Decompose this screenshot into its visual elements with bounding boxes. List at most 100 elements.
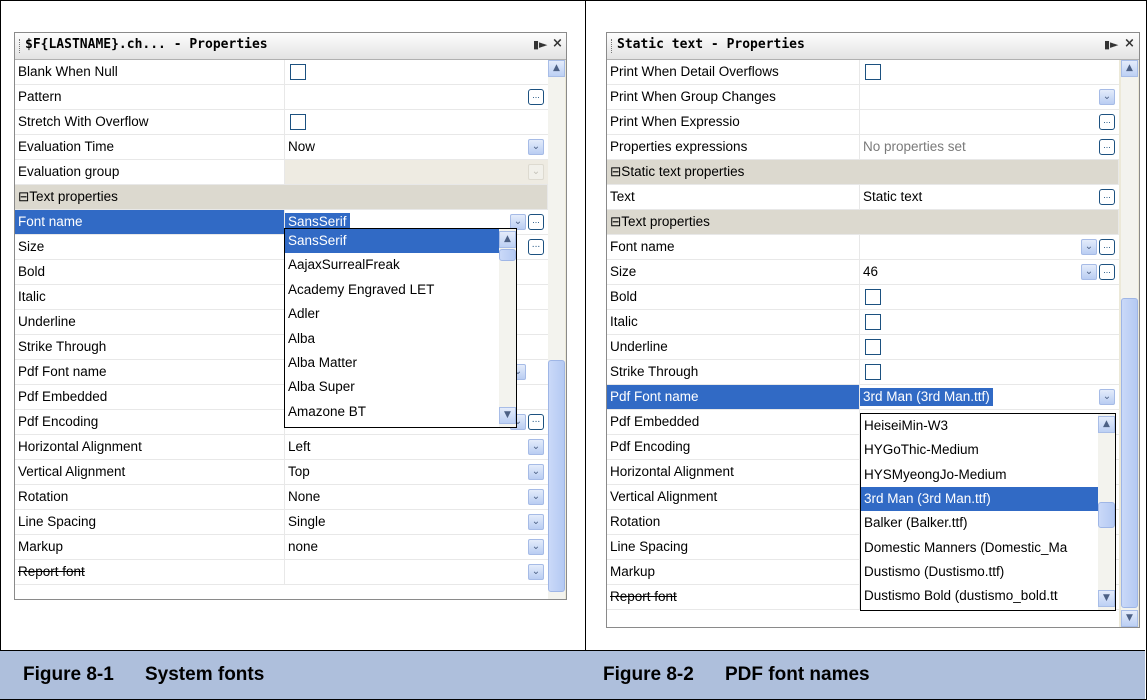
scroll-up-icon[interactable]: ▲ <box>499 231 516 248</box>
property-value[interactable] <box>285 60 548 85</box>
property-value[interactable]: 3rd Man (3rd Man.ttf) ⌄ <box>860 385 1119 410</box>
property-value[interactable]: ⌄ <box>860 85 1119 110</box>
pin-icon[interactable]: ▮► <box>533 38 548 51</box>
property-value[interactable]: ⌄ <box>285 160 548 185</box>
ellipsis-icon[interactable]: ... <box>1099 139 1115 155</box>
property-row-vertical-alignment[interactable]: Vertical Alignment Top ⌄ <box>15 460 548 485</box>
property-value[interactable]: Top ⌄ <box>285 460 548 485</box>
property-row-pattern[interactable]: Pattern... <box>15 85 548 110</box>
property-row-report-font[interactable]: Report font ⌄ <box>15 560 548 585</box>
checkbox-icon[interactable] <box>865 339 881 355</box>
vertical-scrollbar[interactable]: ▲ ▼ <box>1121 60 1138 627</box>
property-row-print-when-detail-overflows[interactable]: Print When Detail Overflows <box>607 60 1119 85</box>
ellipsis-icon[interactable]: ... <box>1099 264 1115 280</box>
vertical-scrollbar[interactable]: ▲ <box>548 60 565 599</box>
checkbox-icon[interactable] <box>290 64 306 80</box>
property-value[interactable]: none ⌄ <box>285 535 548 560</box>
property-value[interactable] <box>860 60 1119 85</box>
property-row-rotation[interactable]: Rotation None ⌄ <box>15 485 548 510</box>
property-row-italic[interactable]: Italic <box>607 310 1119 335</box>
dropdown-option-alba-super[interactable]: Alba Super <box>285 375 499 399</box>
dropdown-option-hygothic-medium[interactable]: HYGoThic-Medium <box>861 438 1098 462</box>
ellipsis-icon[interactable]: ... <box>528 239 544 255</box>
checkbox-icon[interactable] <box>865 289 881 305</box>
chevron-down-icon[interactable]: ⌄ <box>528 564 544 580</box>
property-value[interactable]: Now ⌄ <box>285 135 548 160</box>
property-value[interactable]: ⌄ <box>285 560 548 585</box>
checkbox-icon[interactable] <box>865 364 881 380</box>
scroll-down-icon[interactable]: ▼ <box>1121 610 1138 627</box>
property-value[interactable]: 46 ⌄... <box>860 260 1119 285</box>
property-value[interactable]: Static text... <box>860 185 1119 210</box>
property-row-text[interactable]: Text Static text... <box>607 185 1119 210</box>
grip-icon[interactable] <box>19 39 22 53</box>
ellipsis-icon[interactable]: ... <box>528 414 544 430</box>
property-row-pdf-font-name[interactable]: Pdf Font name 3rd Man (3rd Man.ttf) ⌄ <box>607 385 1119 410</box>
property-value[interactable] <box>860 335 1119 360</box>
font-name-dropdown-list[interactable]: ▲ ▼ SansSerif AajaxSurrealFreak Academy En… <box>284 228 517 428</box>
chevron-down-icon[interactable]: ⌄ <box>1099 89 1115 105</box>
selected-value-box[interactable]: 3rd Man (3rd Man.ttf) <box>860 388 993 406</box>
property-row-font-name[interactable]: Font name ⌄... <box>607 235 1119 260</box>
property-row-markup[interactable]: Markup none ⌄ <box>15 535 548 560</box>
pin-icon[interactable]: ▮► <box>1104 38 1119 51</box>
property-row-text-properties[interactable]: ⊟Text properties <box>15 185 548 210</box>
dropdown-scrollbar[interactable]: ▲ ▼ <box>499 229 516 427</box>
scroll-down-icon[interactable]: ▼ <box>499 407 516 424</box>
dropdown-option-balker-balker-ttf[interactable]: Balker (Balker.ttf) <box>861 511 1098 535</box>
checkbox-icon[interactable] <box>290 114 306 130</box>
chevron-down-icon[interactable]: ⌄ <box>528 464 544 480</box>
chevron-down-icon[interactable]: ⌄ <box>1081 239 1097 255</box>
ellipsis-icon[interactable]: ... <box>1099 114 1115 130</box>
property-value[interactable] <box>860 360 1119 385</box>
chevron-down-icon[interactable]: ⌄ <box>528 439 544 455</box>
property-value[interactable]: None ⌄ <box>285 485 548 510</box>
property-row-underline[interactable]: Underline <box>607 335 1119 360</box>
chevron-down-icon[interactable]: ⌄ <box>528 539 544 555</box>
close-icon[interactable]: × <box>552 36 563 51</box>
property-value[interactable]: ... <box>860 110 1119 135</box>
property-row-evaluation-time[interactable]: Evaluation Time Now ⌄ <box>15 135 548 160</box>
property-row-stretch-with-overflow[interactable]: Stretch With Overflow <box>15 110 548 135</box>
checkbox-icon[interactable] <box>865 64 881 80</box>
property-value[interactable]: Single ⌄ <box>285 510 548 535</box>
ellipsis-icon[interactable]: ... <box>528 89 544 105</box>
dropdown-option-heiseimin-w3[interactable]: HeiseiMin-W3 <box>861 414 1098 438</box>
property-row-blank-when-null[interactable]: Blank When Null <box>15 60 548 85</box>
property-value[interactable]: ⌄... <box>860 235 1119 260</box>
scroll-thumb[interactable] <box>1098 502 1115 528</box>
dropdown-option-dustismo-bold-dustismo-bold-tt[interactable]: Dustismo Bold (dustismo_bold.tt <box>861 584 1098 608</box>
chevron-down-icon[interactable]: ⌄ <box>528 139 544 155</box>
property-value[interactable] <box>285 110 548 135</box>
grip-icon[interactable] <box>611 39 614 53</box>
scroll-thumb[interactable] <box>1121 298 1138 608</box>
property-value[interactable] <box>860 310 1119 335</box>
scroll-thumb[interactable] <box>499 249 516 261</box>
dropdown-option-alba-matter[interactable]: Alba Matter <box>285 351 499 375</box>
chevron-down-icon[interactable]: ⌄ <box>1081 264 1097 280</box>
scroll-up-icon[interactable]: ▲ <box>1098 416 1115 433</box>
checkbox-icon[interactable] <box>865 314 881 330</box>
dropdown-option-domestic-manners-domestic-ma[interactable]: Domestic Manners (Domestic_Ma <box>861 536 1098 560</box>
dropdown-option-academy-engraved-let[interactable]: Academy Engraved LET <box>285 278 499 302</box>
property-row-static-text-properties[interactable]: ⊟Static text properties <box>607 160 1119 185</box>
dropdown-option-adler[interactable]: Adler <box>285 302 499 326</box>
pdf-font-dropdown-list[interactable]: ▲ ▼ HeiseiMin-W3 HYGoThic-Medium HYSMyeong… <box>860 413 1116 611</box>
dropdown-option-alba[interactable]: Alba <box>285 327 499 351</box>
dropdown-option-aajaxsurrealfreak[interactable]: AajaxSurrealFreak <box>285 253 499 277</box>
property-value[interactable]: Left ⌄ <box>285 435 548 460</box>
dropdown-option-dustismo-dustismo-ttf[interactable]: Dustismo (Dustismo.ttf) <box>861 560 1098 584</box>
property-row-strike-through[interactable]: Strike Through <box>607 360 1119 385</box>
chevron-down-icon[interactable]: ⌄ <box>528 514 544 530</box>
dropdown-option-amazone-bt[interactable]: Amazone BT <box>285 400 499 424</box>
property-row-size[interactable]: Size 46 ⌄... <box>607 260 1119 285</box>
ellipsis-icon[interactable]: ... <box>1099 189 1115 205</box>
property-row-print-when-group-changes[interactable]: Print When Group Changes ⌄ <box>607 85 1119 110</box>
property-value[interactable]: No properties set... <box>860 135 1119 160</box>
property-row-properties-expressions[interactable]: Properties expressions No properties set.… <box>607 135 1119 160</box>
property-row-line-spacing[interactable]: Line Spacing Single ⌄ <box>15 510 548 535</box>
ellipsis-icon[interactable]: ... <box>1099 239 1115 255</box>
dropdown-option-sansserif[interactable]: SansSerif <box>285 229 499 253</box>
chevron-down-icon[interactable]: ⌄ <box>528 489 544 505</box>
scroll-up-icon[interactable]: ▲ <box>1121 60 1138 77</box>
